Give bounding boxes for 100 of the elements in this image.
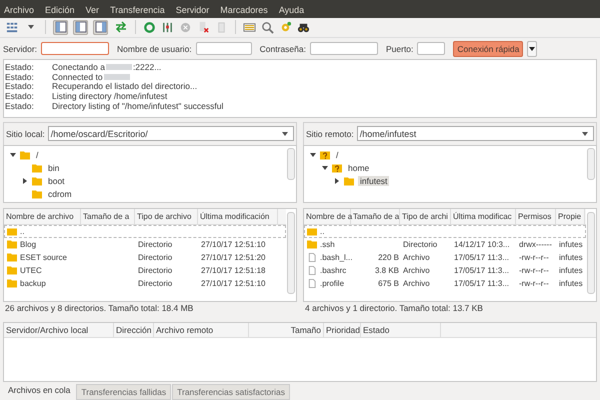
cell-text: drwx------ bbox=[519, 240, 552, 249]
column-header[interactable]: Propie bbox=[556, 208, 585, 224]
view-toggle-button[interactable] bbox=[113, 20, 128, 35]
text-field[interactable] bbox=[417, 42, 446, 56]
field-label: Puerto: bbox=[386, 44, 414, 54]
quickconnect-button[interactable]: Conexión rápida bbox=[453, 40, 524, 57]
tree-item[interactable]: cdrom bbox=[46, 189, 74, 200]
log-message: Connected to bbox=[52, 72, 103, 82]
view-toggle-button[interactable] bbox=[53, 20, 68, 35]
log-label: Estado: bbox=[5, 100, 35, 111]
column-header[interactable]: Nombre de a bbox=[304, 208, 351, 224]
menu-item[interactable]: Ver bbox=[86, 4, 100, 15]
cell-text: 675 B bbox=[378, 278, 399, 288]
site-label: Sitio remoto: bbox=[306, 128, 354, 139]
file-row[interactable]: Blog Directorio 27/10/17 12:51:10 bbox=[4, 238, 286, 251]
menu-item[interactable]: Archivo bbox=[4, 4, 34, 15]
cell-text: infutes bbox=[559, 266, 583, 275]
path-combo[interactable]: /home/infutest bbox=[356, 126, 594, 142]
cell-text: Blog bbox=[20, 240, 36, 249]
cell-text: 27/10/17 12:51:20 bbox=[201, 252, 266, 262]
cell-text: UTEC bbox=[20, 266, 42, 275]
column-header[interactable]: Dirección bbox=[114, 322, 154, 337]
caret-icon[interactable] bbox=[28, 25, 34, 30]
cell-text: Archivo bbox=[403, 266, 430, 275]
column-header[interactable]: Permisos bbox=[516, 208, 556, 224]
column-header[interactable]: Servidor/Archivo local bbox=[4, 322, 114, 337]
column-header[interactable]: Prioridad bbox=[324, 322, 361, 337]
file-row[interactable]: .. bbox=[4, 224, 286, 238]
cell-text: Archivo bbox=[403, 252, 430, 262]
column-header[interactable]: Última modificac bbox=[451, 208, 516, 224]
file-row[interactable]: .ssh Directorio 14/12/17 10:3... drwx------ infutes bbox=[304, 238, 586, 251]
expanded-arrow-icon[interactable] bbox=[10, 152, 16, 158]
column-header[interactable]: Tamaño de a bbox=[351, 208, 400, 224]
path-combo[interactable]: /home/oscard/Escritorio/ bbox=[48, 126, 294, 142]
field-label: Servidor: bbox=[3, 44, 38, 54]
expanded-arrow-icon[interactable] bbox=[310, 152, 316, 158]
cell-text: Directorio bbox=[403, 240, 438, 249]
scrollbar[interactable] bbox=[587, 212, 595, 294]
cell-text: .. bbox=[20, 226, 24, 236]
cell-text: Archivo bbox=[403, 278, 430, 288]
column-header[interactable]: Tamaño de a bbox=[81, 208, 135, 224]
tree-item[interactable]: infutest bbox=[358, 176, 390, 186]
gear-icon[interactable] bbox=[279, 20, 292, 34]
cell-text: infutes bbox=[559, 278, 583, 288]
column-header[interactable]: Estado bbox=[361, 322, 441, 337]
tree-item[interactable]: boot bbox=[46, 176, 67, 186]
cell-text: Directorio bbox=[138, 240, 172, 249]
cell-text: ESET source bbox=[20, 252, 67, 262]
tab[interactable]: Transferencias satisfactorias bbox=[172, 384, 290, 400]
text-field[interactable] bbox=[196, 42, 252, 56]
menu-item[interactable]: Servidor bbox=[176, 4, 210, 15]
scrollbar[interactable] bbox=[287, 212, 295, 294]
log-label: Estado: bbox=[5, 62, 35, 72]
tree-item[interactable]: home bbox=[346, 163, 372, 174]
column-header[interactable]: Tipo de archivo bbox=[135, 208, 198, 224]
log-message: Recuperando el listado del directorio... bbox=[52, 81, 198, 92]
cancel-icon bbox=[179, 20, 192, 34]
log-message: Directory listing of "/home/infutest" successful bbox=[52, 100, 224, 111]
column-header[interactable]: Tipo de archi bbox=[400, 208, 451, 224]
file-row[interactable]: UTEC Directorio 27/10/17 12:51:18 bbox=[4, 264, 286, 277]
view-toggle-button[interactable] bbox=[93, 20, 108, 35]
file-row[interactable]: ESET source Directorio 27/10/17 12:51:20 bbox=[4, 250, 286, 264]
question-folder-icon bbox=[332, 164, 342, 173]
view-toggle-button[interactable] bbox=[73, 20, 88, 35]
column-header[interactable]: Última modificación bbox=[198, 208, 278, 224]
menu-item[interactable]: Edición bbox=[45, 4, 75, 15]
log-label: Estado: bbox=[5, 90, 35, 101]
file-row[interactable]: .. bbox=[304, 224, 586, 238]
file-row[interactable]: .bashrc 3.8 KB Archivo 17/05/17 11:3... -rw-r--r-- infutes bbox=[304, 264, 586, 277]
tab[interactable]: Transferencias fallidas bbox=[76, 384, 172, 400]
cell-text: -rw-r--r-- bbox=[519, 278, 549, 288]
column-header[interactable]: Tamaño bbox=[249, 322, 324, 337]
refresh-icon[interactable] bbox=[143, 20, 156, 34]
menu-item[interactable]: Marcadores bbox=[220, 4, 268, 15]
tree-item[interactable]: / bbox=[34, 150, 40, 160]
cell-text: 27/10/17 12:51:18 bbox=[201, 266, 266, 275]
file-row[interactable]: .bash_l... 220 B Archivo 17/05/17 11:3... -rw-r--r-- infutes bbox=[304, 250, 586, 264]
menu-item[interactable]: Ayuda bbox=[278, 4, 304, 15]
site-label: Sitio local: bbox=[6, 128, 45, 139]
cell-text: 220 B bbox=[378, 252, 399, 262]
scrollbar[interactable] bbox=[587, 148, 595, 180]
tree-item[interactable]: bin bbox=[46, 163, 62, 174]
file-row[interactable]: backup Directorio 27/10/17 12:51:10 bbox=[4, 276, 286, 290]
cell-text: 3.8 KB bbox=[374, 266, 399, 275]
scrollbar[interactable] bbox=[287, 148, 295, 180]
dropdown-button[interactable] bbox=[527, 40, 538, 57]
collapsed-arrow-icon[interactable] bbox=[334, 178, 340, 184]
tree-item[interactable]: / bbox=[334, 150, 340, 160]
cell-text: -rw-r--r-- bbox=[519, 252, 549, 262]
folder-icon bbox=[344, 176, 354, 186]
text-field[interactable] bbox=[310, 42, 378, 56]
column-header[interactable]: Archivo remoto bbox=[154, 322, 249, 337]
text-field[interactable] bbox=[41, 42, 110, 56]
file-row[interactable]: .profile 675 B Archivo 17/05/17 11:3... -rw-r--r-- infutes bbox=[304, 276, 586, 290]
expanded-arrow-icon[interactable] bbox=[322, 165, 328, 172]
cell-text: Directorio bbox=[138, 278, 172, 288]
collapsed-arrow-icon[interactable] bbox=[22, 178, 28, 184]
column-header[interactable]: Nombre de archivo bbox=[4, 208, 81, 224]
status-text: 4 archivos y 1 directorio. Tamaño total: 13.7 KB bbox=[304, 302, 484, 314]
menu-item[interactable]: Transferencia bbox=[110, 4, 165, 15]
